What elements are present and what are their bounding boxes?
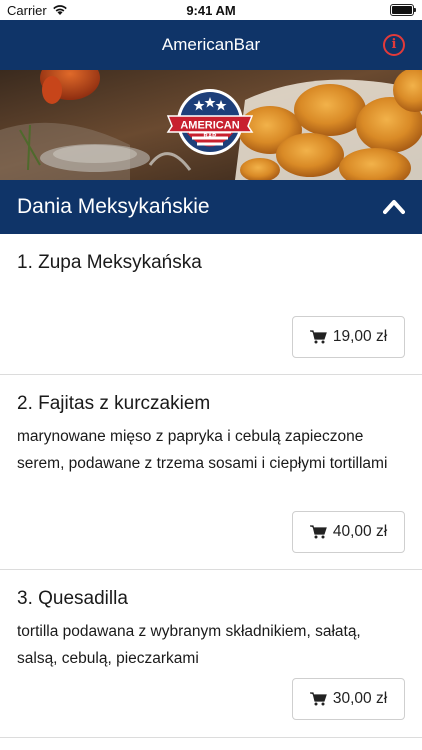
cart-icon xyxy=(309,330,327,344)
battery-icon xyxy=(390,4,416,16)
add-to-cart-button[interactable]: 30,00 zł xyxy=(292,678,405,720)
add-to-cart-button[interactable]: 40,00 zł xyxy=(292,511,405,553)
info-icon[interactable]: i xyxy=(383,34,405,56)
status-time: 9:41 AM xyxy=(186,3,236,18)
category-title: Dania Meksykańskie xyxy=(17,195,210,218)
logo-subword: BAR xyxy=(204,134,218,140)
cart-icon xyxy=(309,525,327,539)
menu-item-description: tortilla podawana z wybranym składnikiem… xyxy=(17,623,361,667)
menu-item[interactable]: 3. Quesadilla tortilla podawana z wybran… xyxy=(0,570,422,738)
app-title: AmericanBar xyxy=(161,35,261,54)
header-banner-image: AMERICAN BAR xyxy=(0,70,422,180)
chevron-up-icon[interactable] xyxy=(383,197,405,215)
category-header[interactable]: Dania Meksykańskie xyxy=(0,180,422,234)
logo-wordmark: AMERICAN xyxy=(180,120,239,132)
add-to-cart-button[interactable]: 19,00 zł xyxy=(292,316,405,358)
cart-icon xyxy=(309,692,327,706)
food-photo: AMERICAN BAR xyxy=(0,70,422,180)
nav-bar: AmericanBar i xyxy=(0,20,422,70)
status-bar: Carrier 9:41 AM xyxy=(0,0,422,20)
menu-item-name: 2. Fajitas z kurczakiem xyxy=(17,393,211,414)
price-label: 30,00 zł xyxy=(332,690,388,707)
menu-item-name: 3. Quesadilla xyxy=(17,588,128,609)
price-label: 19,00 zł xyxy=(332,328,388,345)
menu-item-name: 1. Zupa Meksykańska xyxy=(17,252,202,273)
menu-item-description: marynowane mięso z papryka i cebulą zapi… xyxy=(17,428,388,472)
menu-item[interactable]: 2. Fajitas z kurczakiem marynowane mięso… xyxy=(0,375,422,570)
menu-item[interactable]: 1. Zupa Meksykańska 19,00 zł xyxy=(0,234,422,375)
price-label: 40,00 zł xyxy=(332,523,388,540)
